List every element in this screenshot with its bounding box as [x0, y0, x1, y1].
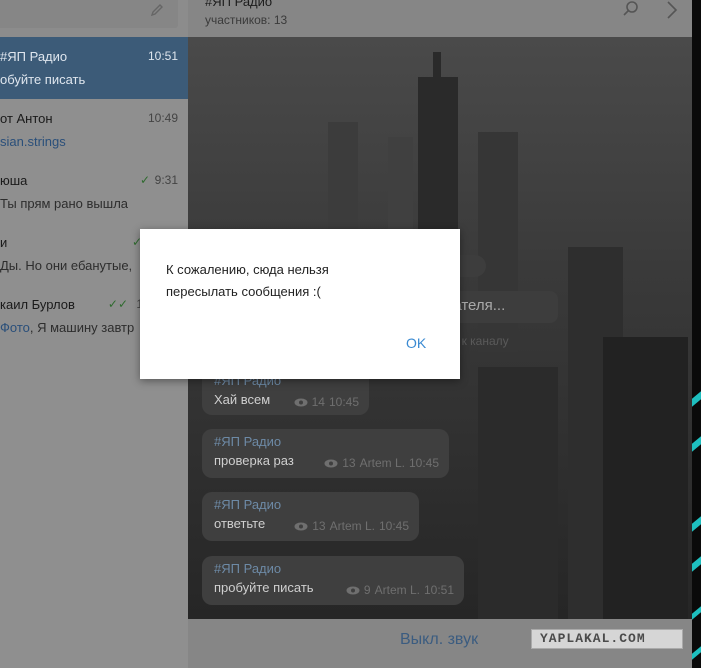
views-eye-icon [294, 398, 308, 406]
message-author[interactable]: #ЯП Радио [214, 434, 281, 449]
double-check-icon: ✓✓ [107, 297, 128, 311]
views-eye-icon [294, 522, 308, 530]
view-count: 13 [312, 519, 326, 533]
dialog-name: юша [0, 173, 28, 188]
message-text: Хай всем [214, 392, 271, 407]
watermark-text: YAPLAKAL.COM [540, 631, 646, 646]
dialog-last-message: Фото, Я машину завтр [0, 320, 134, 335]
sidebar-search-row [0, 0, 188, 38]
message-bubble[interactable]: #ЯП Радио пробуйте писать 9 Artem L. 10:… [202, 556, 464, 605]
decorative-stripe [692, 556, 701, 572]
search-icon[interactable] [622, 0, 640, 18]
ok-button[interactable]: OK [406, 335, 426, 351]
message-text: пробуйте писать [214, 580, 314, 595]
forward-error-dialog: К сожалению, сюда нельзя пересылать сооб… [140, 229, 460, 379]
dialog-last-message: sian.strings [0, 134, 66, 149]
dialog-item-anton[interactable]: от Антон 10:49 sian.strings [0, 99, 188, 161]
chevron-right-icon[interactable] [666, 1, 678, 19]
background-building [603, 337, 688, 619]
dialog-name: и [0, 235, 8, 250]
views-eye-icon [324, 459, 338, 467]
dialog-last-message: Ты прям рано вышла [0, 196, 129, 211]
message-text: , Я машину завтр [29, 320, 135, 335]
message-text: проверка раз [214, 453, 294, 468]
view-count: 13 [342, 456, 356, 470]
message-signature: Artem L. [374, 583, 420, 597]
watermark-logo: YAPLAKAL.COM [531, 629, 683, 649]
dialog-name: #ЯП Радио [0, 49, 68, 64]
chat-subtitle: участников: 13 [205, 13, 288, 27]
dialog-message-line: пересылать сообщения :( [166, 284, 321, 299]
read-check-icon: ✓ [139, 173, 150, 187]
dialog-name: от Антон [0, 111, 53, 126]
views-eye-icon [346, 586, 360, 594]
message-signature: Artem L. [359, 456, 405, 470]
message-time: 10:51 [423, 583, 454, 597]
background-building [433, 52, 441, 82]
decorative-stripe [692, 436, 701, 452]
message-signature: Artem L. [329, 519, 375, 533]
message-author[interactable]: #ЯП Радио [214, 497, 281, 512]
dialog-message: К сожалению, сюда нельзя пересылать сооб… [166, 259, 436, 303]
decorative-edge [692, 0, 701, 668]
chat-title: #ЯП Радио [205, 0, 273, 9]
compose-pencil-icon[interactable] [150, 3, 164, 17]
view-count: 9 [363, 583, 371, 597]
message-time: 10:45 [328, 395, 359, 409]
dialog-item-yap-radio[interactable]: #ЯП Радио 10:51 обуйте писать [0, 37, 188, 99]
dialog-time: 10:49 [147, 111, 178, 125]
decorative-stripe [692, 391, 701, 407]
message-meta: 13 Artem L. 10:45 [294, 519, 409, 533]
decorative-stripe [692, 646, 701, 660]
message-time: 10:45 [408, 456, 439, 470]
dialog-message-line: К сожалению, сюда нельзя [166, 262, 329, 277]
mute-button[interactable]: Выкл. звук [400, 631, 478, 649]
message-author[interactable]: #ЯП Радио [214, 561, 281, 576]
chat-header[interactable]: #ЯП Радио участников: 13 [188, 0, 692, 37]
message-bubble[interactable]: #ЯП Радио ответьте 13 Artem L. 10:45 [202, 492, 419, 541]
dialog-time: 10:51 [147, 49, 178, 63]
decorative-stripe [692, 516, 701, 532]
message-text: ответьте [214, 516, 266, 531]
background-building [478, 367, 558, 619]
dialog-item-yusha[interactable]: юша ✓ 9:31 Ты прям рано вышла [0, 161, 188, 223]
photo-label: Фото [0, 320, 30, 335]
dialog-last-message: Ды. Но они ебанутые, [0, 258, 133, 273]
dialog-name: каил Бурлов [0, 297, 75, 312]
message-meta: 13 Artem L. 10:45 [324, 456, 439, 470]
message-meta: 14 10:45 [294, 395, 359, 409]
message-time: 10:45 [378, 519, 409, 533]
dialog-last-message: обуйте писать [0, 72, 86, 87]
file-link[interactable]: sian.strings [0, 134, 66, 149]
view-count: 14 [311, 395, 325, 409]
dialog-time: 9:31 [154, 173, 178, 187]
message-bubble[interactable]: #ЯП Радио проверка раз 13 Artem L. 10:45 [202, 429, 449, 478]
message-meta: 9 Artem L. 10:51 [346, 583, 454, 597]
decorative-stripe [692, 606, 701, 620]
